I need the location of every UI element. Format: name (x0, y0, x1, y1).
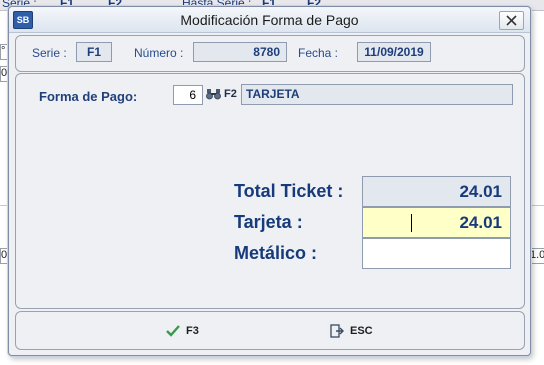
serie-label: Serie : (32, 46, 67, 60)
total-ticket-label: Total Ticket : (234, 181, 344, 201)
cancel-button[interactable]: ESC (330, 318, 373, 344)
metalico-label: Metálico : (234, 243, 318, 263)
accept-label: F3 (186, 325, 199, 337)
bg-divider (0, 205, 8, 206)
accept-button[interactable]: F3 (166, 318, 199, 344)
fecha-label: Fecha : (298, 46, 339, 60)
text-cursor (411, 214, 412, 232)
fecha-field: 11/09/2019 (357, 42, 431, 62)
forma-pago-description-field: TARJETA (241, 84, 513, 105)
close-icon (506, 15, 517, 26)
close-button[interactable] (499, 11, 524, 30)
bg-divider-right (529, 205, 544, 206)
serie-field: F1 (76, 42, 112, 62)
header-panel: Serie : F1 Número : 8780 Fecha : 11/09/2… (15, 35, 525, 72)
numero-label: Número : (134, 46, 184, 60)
exit-icon (330, 324, 344, 338)
check-icon (166, 325, 180, 337)
tarjeta-value: 24.01 (459, 213, 502, 232)
modificacion-forma-pago-dialog: SB Modificación Forma de Pago Serie : F1… (8, 6, 531, 356)
forma-pago-code-input[interactable]: 6 (173, 85, 203, 105)
dialog-title: Modificación Forma de Pago (180, 12, 359, 28)
forma-pago-label: Forma de Pago: (39, 89, 138, 104)
tarjeta-input[interactable]: 24.01 (362, 207, 511, 238)
title-bar: SB Modificación Forma de Pago (9, 7, 530, 33)
numero-field: 8780 (193, 42, 287, 62)
binoculars-icon (206, 89, 221, 100)
tarjeta-label: Tarjeta : (234, 212, 303, 232)
lookup-button[interactable]: F2 (206, 87, 237, 100)
main-panel: Forma de Pago: 6 F2 TARJETA Total Ticket… (15, 73, 525, 309)
footer-panel: F3 ESC (15, 311, 525, 350)
total-ticket-field: 24.01 (362, 176, 511, 207)
metalico-input[interactable] (362, 238, 511, 269)
lookup-key-label: F2 (224, 87, 237, 100)
bg-right-cell: 1.0 (529, 248, 544, 264)
cancel-label: ESC (350, 325, 373, 337)
